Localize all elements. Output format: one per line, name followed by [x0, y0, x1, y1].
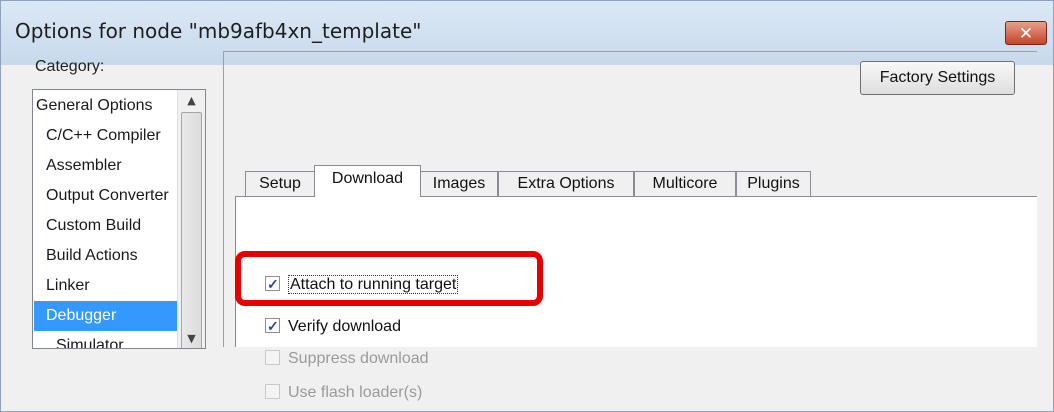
- use-flash-loader-option: Use flash loader(s): [265, 381, 422, 405]
- category-item-assembler[interactable]: Assembler: [34, 151, 192, 181]
- tab-images[interactable]: Images: [420, 171, 498, 197]
- highlight-annotation: [235, 251, 543, 306]
- dialog-title: Options for node "mb9afb4xn_template": [15, 19, 422, 43]
- category-item-build-actions[interactable]: Build Actions: [34, 241, 192, 271]
- category-list[interactable]: General Options C/C++ Compiler Assembler…: [32, 89, 206, 349]
- close-icon: ✕: [1018, 24, 1034, 44]
- scroll-down-arrow-icon[interactable]: ▼: [178, 330, 205, 348]
- suppress-checkbox: [265, 349, 280, 365]
- suppress-download-option: Suppress download: [265, 347, 429, 371]
- category-item-debugger[interactable]: Debugger: [34, 301, 192, 331]
- verify-download-option[interactable]: Verify download: [265, 314, 401, 339]
- tab-extra-options[interactable]: Extra Options: [498, 171, 634, 197]
- category-label: Category:: [35, 58, 105, 75]
- options-dialog: Options for node "mb9afb4xn_template" ✕ …: [0, 0, 1054, 412]
- category-item-output-converter[interactable]: Output Converter: [34, 181, 192, 211]
- category-item-c-cpp-compiler[interactable]: C/C++ Compiler: [34, 121, 192, 151]
- verify-checkbox[interactable]: [265, 314, 280, 338]
- category-scrollbar[interactable]: ▲ ▼: [177, 90, 205, 348]
- tab-multicore[interactable]: Multicore: [634, 171, 736, 197]
- scroll-up-arrow-icon[interactable]: ▲: [178, 90, 205, 112]
- tab-plugins[interactable]: Plugins: [736, 171, 811, 197]
- category-item-general-options[interactable]: General Options: [34, 91, 182, 121]
- tab-setup[interactable]: Setup: [245, 171, 315, 197]
- suppress-label: Suppress download: [288, 350, 429, 367]
- scroll-thumb[interactable]: [181, 112, 202, 348]
- tab-download[interactable]: Download: [314, 165, 421, 197]
- flash-loader-label: Use flash loader(s): [288, 384, 423, 401]
- flash-loader-checkbox: [265, 383, 280, 399]
- category-item-linker[interactable]: Linker: [34, 271, 192, 301]
- close-button[interactable]: ✕: [1005, 21, 1047, 45]
- factory-settings-button[interactable]: Factory Settings: [860, 61, 1015, 95]
- verify-label: Verify download: [288, 318, 401, 335]
- category-item-custom-build[interactable]: Custom Build: [34, 211, 192, 241]
